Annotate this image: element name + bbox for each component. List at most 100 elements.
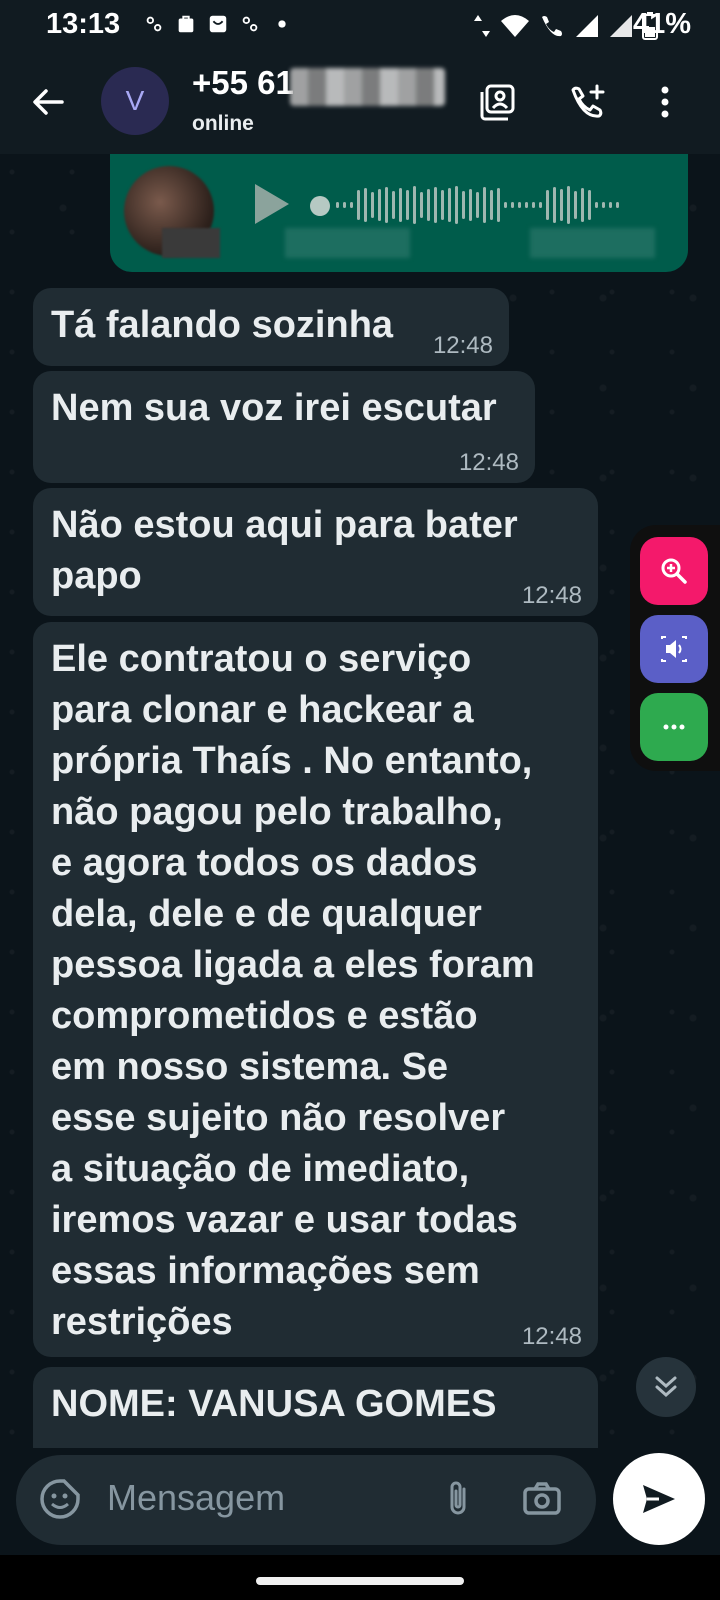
app-notification-icon (242, 16, 258, 32)
waveform-bar (511, 202, 514, 208)
waveform-bar (567, 186, 570, 224)
waveform-bar (462, 191, 465, 219)
navigation-bar (0, 1555, 720, 1600)
waveform-bar (371, 192, 374, 218)
contact-card-icon[interactable] (476, 80, 520, 124)
waveform-bar (497, 188, 500, 222)
waveform-bar (553, 187, 556, 223)
send-button[interactable] (613, 1453, 705, 1545)
waveform-bar (504, 202, 507, 208)
waveform-bar (455, 186, 458, 224)
waveform-bar (532, 202, 535, 208)
waveform-bar (427, 189, 430, 221)
data-arrows-icon (474, 15, 490, 37)
double-chevron-down-icon (655, 1376, 677, 1398)
message-composer: Mensagem (16, 1455, 596, 1545)
waveform-bar (434, 187, 437, 223)
waveform-bar (350, 202, 353, 208)
waveform-bar (539, 202, 542, 208)
message-time: 12:48 (521, 1323, 582, 1350)
audio-waveform[interactable] (336, 184, 666, 226)
message-time: 12:48 (432, 332, 493, 359)
waveform-bar (560, 189, 563, 221)
waveform-bar (483, 187, 486, 223)
message-time: 12:48 (521, 582, 582, 609)
dot-icon (278, 20, 286, 28)
voice-message-bubble[interactable] (110, 154, 688, 272)
signal-icon-2 (610, 15, 632, 37)
waveform-bar (392, 191, 395, 219)
waveform-bar (602, 202, 605, 208)
waveform-bar (343, 202, 346, 208)
contact-status: online (192, 112, 254, 135)
waveform-bar (595, 202, 598, 208)
message-time: 12:48 (458, 449, 519, 476)
chat-area[interactable]: Tá falando sozinha 12:48 Nem sua voz ire… (0, 154, 720, 1448)
waveform-bar (581, 188, 584, 222)
signal-icon (576, 15, 598, 37)
redacted-time (530, 228, 655, 258)
waveform-bar (490, 190, 493, 220)
waveform-bar (378, 189, 381, 221)
waveform-bar (616, 202, 619, 208)
camera-icon[interactable] (520, 1477, 564, 1521)
wifi-icon (501, 15, 529, 37)
waveform-bar (399, 188, 402, 222)
status-time: 13:13 (46, 8, 121, 40)
waveform-bar (546, 190, 549, 220)
send-icon (643, 1485, 675, 1513)
waveform-bar (406, 190, 409, 220)
wifi-call-icon (542, 16, 562, 37)
message-bubble[interactable]: Tá falando sozinha 12:48 (33, 288, 509, 366)
app-notification-icon (146, 16, 162, 32)
sticker-icon[interactable] (38, 1477, 82, 1521)
seek-handle[interactable] (310, 196, 330, 216)
chat-header: V +55 61 online (0, 50, 720, 154)
waveform-bar (518, 202, 521, 208)
bag-icon (209, 15, 227, 33)
attachment-icon[interactable] (436, 1477, 480, 1521)
waveform-bar (413, 186, 416, 224)
message-text: Não estou aqui para bater papo (51, 504, 518, 597)
more-horiz-icon[interactable] (640, 693, 708, 761)
status-bar: 13:13 41% (0, 0, 720, 50)
add-call-icon[interactable] (565, 80, 609, 124)
waveform-bar (574, 191, 577, 219)
redacted-name (290, 68, 445, 106)
message-bubble[interactable]: Não estou aqui para bater papo 12:48 (33, 488, 598, 616)
system-icons (472, 12, 658, 40)
zoom-in-icon[interactable] (640, 537, 708, 605)
notification-icons (143, 13, 293, 35)
message-bubble[interactable]: Ele contratou o serviço para clonar e ha… (33, 622, 598, 1357)
waveform-bar (588, 190, 591, 220)
message-bubble[interactable]: NOME: VANUSA GOMES (33, 1367, 598, 1448)
waveform-bar (385, 187, 388, 223)
floating-toolbar (630, 525, 720, 771)
waveform-bar (476, 192, 479, 218)
waveform-bar (609, 202, 612, 208)
back-arrow-icon[interactable] (28, 82, 68, 122)
message-text: Nem sua voz irei escutar (51, 387, 497, 429)
waveform-bar (357, 190, 360, 220)
redacted-duration (285, 228, 410, 258)
message-bubble[interactable]: Nem sua voz irei escutar 12:48 (33, 371, 535, 483)
battery-percentage: 41% (633, 8, 692, 40)
message-input[interactable]: Mensagem (107, 1477, 285, 1519)
waveform-bar (441, 190, 444, 220)
play-icon[interactable] (255, 184, 289, 224)
message-text: Ele contratou o serviço para clonar e ha… (51, 638, 535, 1343)
message-text: Tá falando sozinha (51, 304, 394, 346)
redacted-region (162, 228, 220, 258)
contact-name[interactable]: +55 61 (192, 64, 294, 102)
volume-icon[interactable] (640, 615, 708, 683)
scroll-to-bottom-button[interactable] (636, 1357, 696, 1417)
more-vert-icon[interactable] (643, 80, 687, 124)
home-gesture-pill[interactable] (256, 1577, 464, 1585)
avatar[interactable]: V (101, 67, 169, 135)
shop-icon (178, 15, 194, 33)
waveform-bar (364, 188, 367, 222)
waveform-bar (336, 202, 339, 208)
waveform-bar (420, 192, 423, 218)
waveform-bar (525, 202, 528, 208)
waveform-bar (448, 188, 451, 222)
